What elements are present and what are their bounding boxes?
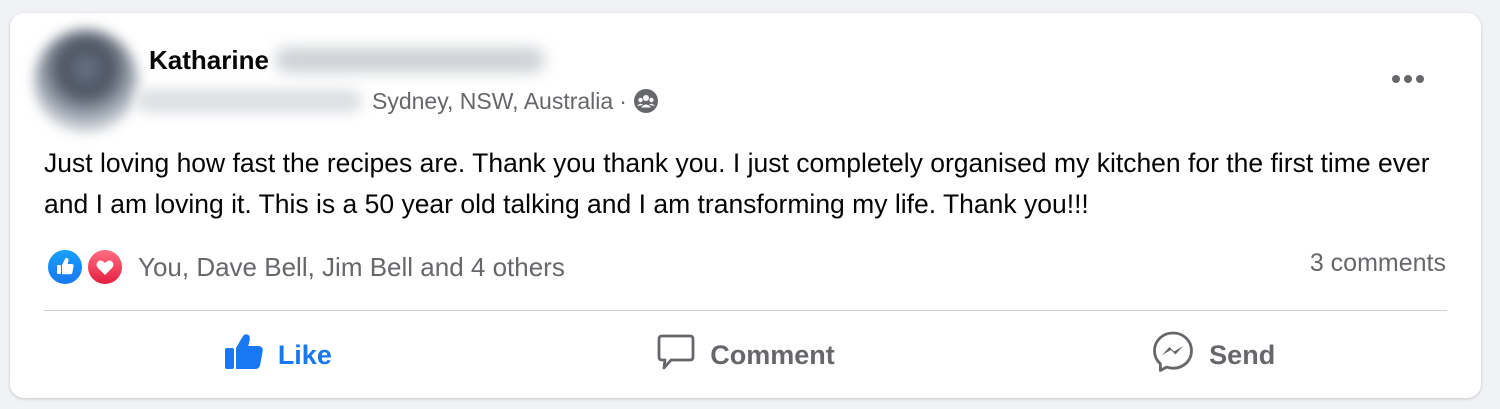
- reaction-icons[interactable]: [46, 247, 128, 287]
- like-label: Like: [277, 339, 332, 370]
- love-reaction-icon: [86, 248, 124, 286]
- messenger-icon: [1151, 330, 1209, 381]
- location-label[interactable]: Sydney, NSW, Australia: [372, 88, 613, 115]
- post-actions: Like Comment Send: [44, 327, 1447, 383]
- reactions-summary-text[interactable]: You, Dave Bell, Jim Bell and 4 others: [138, 252, 565, 283]
- thumbs-up-icon: [224, 333, 278, 378]
- avatar[interactable]: [34, 29, 138, 133]
- like-reaction-icon: [46, 248, 84, 286]
- divider: [44, 310, 1447, 311]
- post-meta: Sydney, NSW, Australia ·: [136, 85, 659, 117]
- blurred-timestamp[interactable]: [136, 89, 362, 113]
- send-button[interactable]: Send: [979, 327, 1447, 383]
- author-name[interactable]: Katharine: [149, 45, 269, 76]
- send-label: Send: [1209, 339, 1276, 370]
- like-button[interactable]: Like: [44, 327, 512, 383]
- reactions-summary[interactable]: You, Dave Bell, Jim Bell and 4 others: [46, 247, 565, 287]
- blurred-author-surname: [274, 47, 545, 73]
- author-row: Katharine: [149, 43, 545, 77]
- meta-separator: ·: [619, 87, 627, 114]
- comment-label: Comment: [710, 339, 835, 370]
- group-icon[interactable]: [633, 88, 659, 114]
- post-card: Katharine Sydney, NSW, Australia · Just …: [10, 13, 1481, 398]
- post-body: Just loving how fast the recipes are. Th…: [44, 148, 1430, 219]
- comment-icon: [656, 333, 710, 378]
- comments-count[interactable]: 3 comments: [1310, 249, 1446, 278]
- more-horizontal-icon[interactable]: [1388, 65, 1428, 93]
- comment-button[interactable]: Comment: [512, 327, 980, 383]
